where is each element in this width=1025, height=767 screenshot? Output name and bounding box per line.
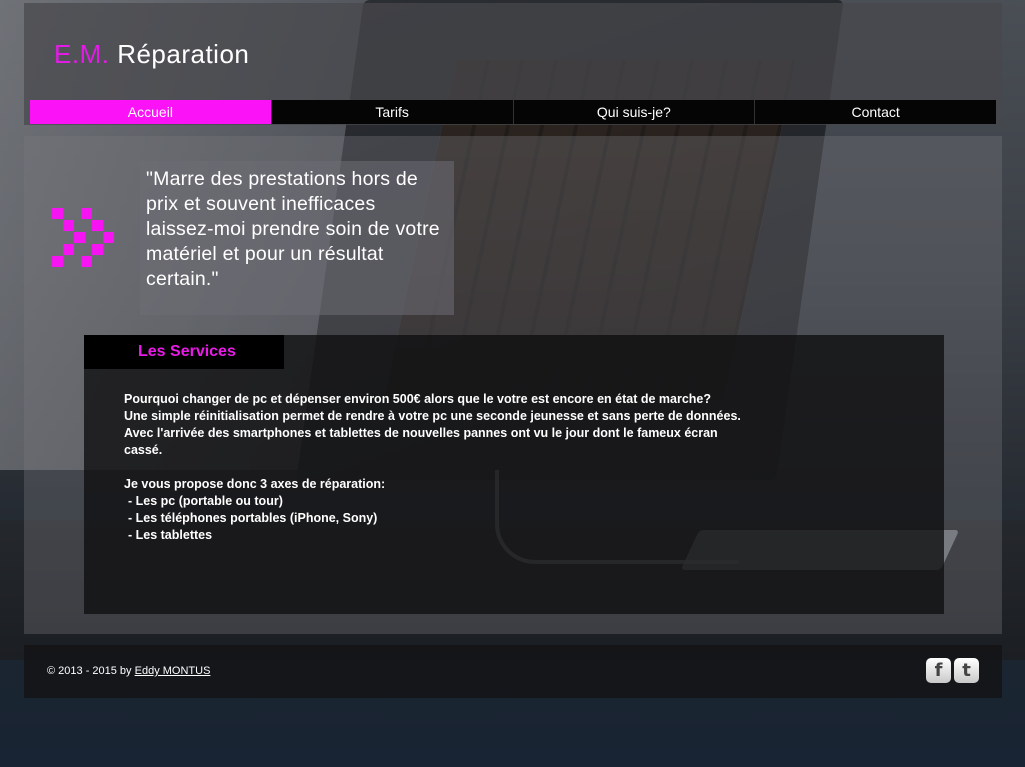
quote-box: "Marre des prestations hors de prix et s… [140, 161, 454, 315]
services-title: Les Services [84, 335, 284, 369]
services-axis-item: - Les téléphones portables (iPhone, Sony… [128, 511, 378, 525]
main-nav: Accueil Tarifs Qui suis-je? Contact [30, 100, 996, 124]
main-content: "Marre des prestations hors de prix et s… [24, 136, 1002, 634]
logo-name: Réparation [117, 39, 250, 69]
site-header: E.M. Réparation Accueil Tarifs Qui suis-… [24, 3, 1002, 125]
double-chevron-right-icon [52, 208, 122, 268]
author-link[interactable]: Eddy MONTUS [135, 665, 211, 677]
twitter-icon[interactable]: t [954, 658, 979, 683]
nav-item-contact[interactable]: Contact [755, 100, 996, 124]
copyright: © 2013 - 2015 by Eddy MONTUS [47, 665, 210, 677]
site-footer: © 2013 - 2015 by Eddy MONTUS f t [24, 645, 1002, 698]
services-section: Les Services Pourquoi changer de pc et d… [84, 335, 944, 614]
nav-item-accueil[interactable]: Accueil [30, 100, 272, 124]
nav-item-qui-suis-je[interactable]: Qui suis-je? [513, 100, 756, 124]
services-line: Une simple réinitialisation permet de re… [124, 409, 741, 423]
site-logo[interactable]: E.M. Réparation [54, 39, 249, 70]
quote-text: "Marre des prestations hors de prix et s… [146, 168, 440, 290]
services-body: Pourquoi changer de pc et dépenser envir… [124, 391, 744, 544]
logo-prefix: E.M. [54, 39, 110, 69]
facebook-icon[interactable]: f [926, 658, 951, 683]
copyright-text: © 2013 - 2015 by [47, 665, 132, 677]
services-axis-item: - Les tablettes [128, 528, 213, 542]
nav-item-tarifs[interactable]: Tarifs [271, 100, 514, 124]
services-intro: Je vous propose donc 3 axes de réparatio… [124, 477, 386, 491]
services-line: Avec l'arrivée des smartphones et tablet… [124, 426, 718, 457]
services-line: Pourquoi changer de pc et dépenser envir… [124, 392, 711, 406]
services-axis-item: - Les pc (portable ou tour) [128, 494, 283, 508]
